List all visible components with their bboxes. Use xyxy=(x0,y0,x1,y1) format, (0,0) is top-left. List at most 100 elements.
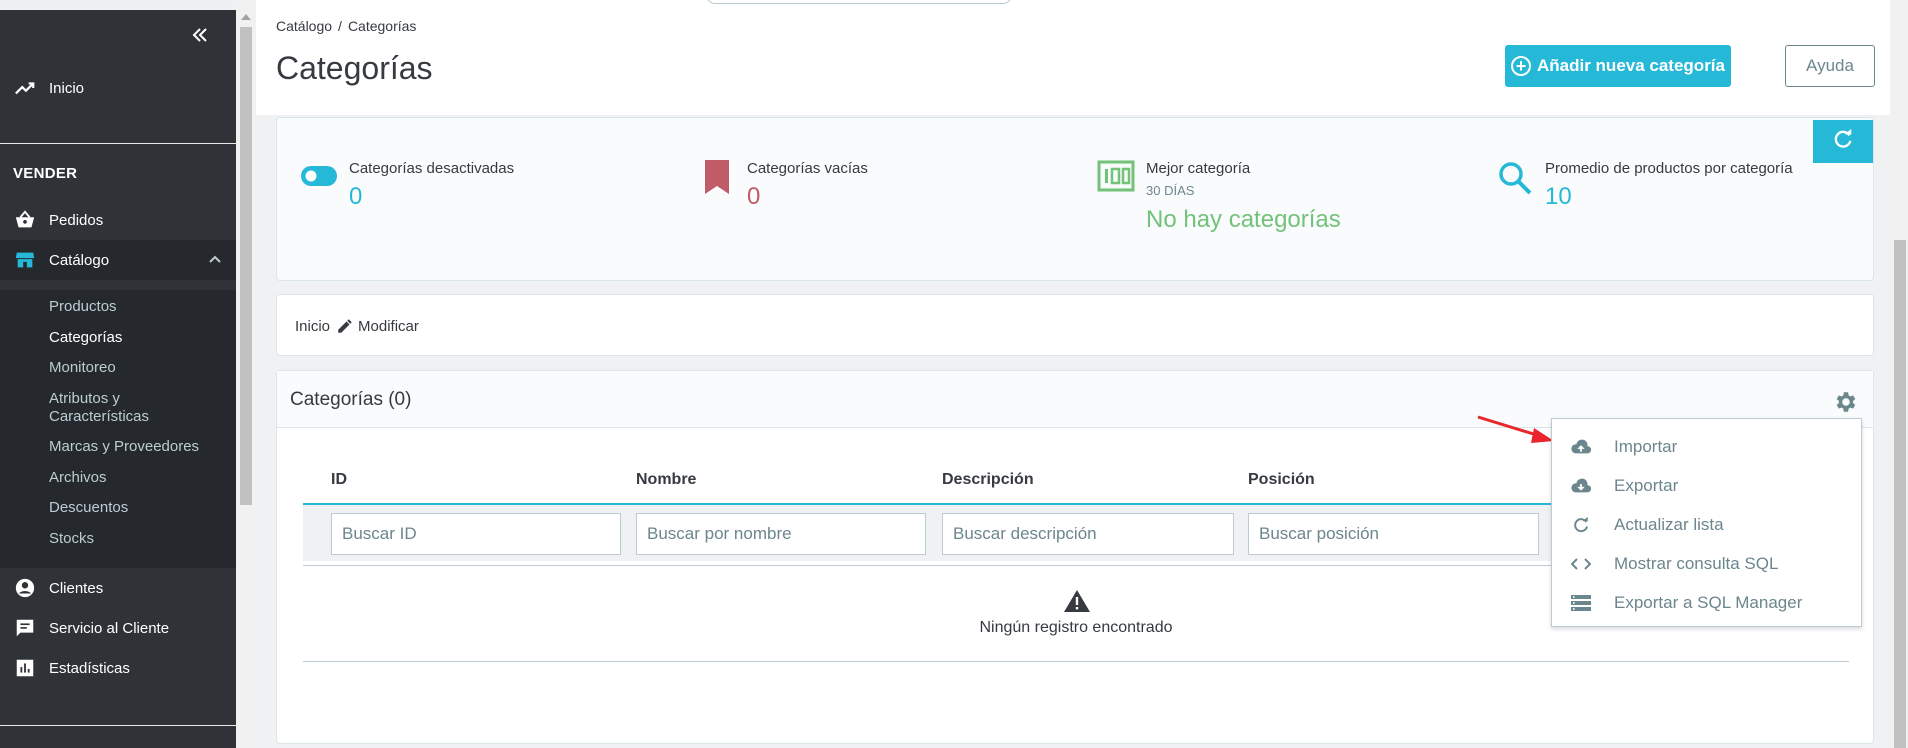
submenu-item-descuentos[interactable]: Descuentos xyxy=(49,499,128,517)
sidebar: Inicio VENDER Pedidos Catálogo Productos… xyxy=(0,0,236,748)
kpi-value: 0 xyxy=(349,183,363,210)
counter-icon xyxy=(1096,160,1136,234)
sidebar-top-strip xyxy=(0,0,236,10)
dropdown-item-sql-manager[interactable]: Exportar a SQL Manager xyxy=(1552,587,1861,619)
column-header-id[interactable]: ID xyxy=(331,471,347,489)
kpi-refresh-button[interactable] xyxy=(1813,120,1873,163)
kpi-average-products: Promedio de productos por categoría 10 xyxy=(1495,160,1793,211)
edit-icon[interactable] xyxy=(336,317,354,335)
sidebar-item-catalogo[interactable]: Catálogo xyxy=(0,240,236,280)
edit-category-link[interactable]: Modificar xyxy=(358,318,419,335)
scrollbar-thumb[interactable] xyxy=(1894,240,1906,748)
column-header-descripcion[interactable]: Descripción xyxy=(942,471,1034,489)
submenu-item-marcas[interactable]: Marcas y Proveedores xyxy=(49,438,199,456)
kpi-title: Mejor categoría xyxy=(1146,160,1251,177)
dropdown-item-label: Exportar a SQL Manager xyxy=(1614,593,1803,612)
filter-posicion-input[interactable]: Buscar posición xyxy=(1248,513,1539,555)
filter-id-input[interactable]: Buscar ID xyxy=(331,513,621,555)
gear-icon[interactable] xyxy=(1832,389,1858,420)
filter-descripcion-input[interactable]: Buscar descripción xyxy=(942,513,1234,555)
kpi-title: Categorías vacías xyxy=(747,160,868,177)
sidebar-item-label: Pedidos xyxy=(49,211,104,229)
scroll-up-arrow-icon[interactable] xyxy=(241,14,251,20)
storage-icon xyxy=(1570,595,1592,611)
dropdown-item-importar[interactable]: Importar xyxy=(1552,431,1861,463)
submenu-item-atributos[interactable]: Atributos y Características xyxy=(49,390,199,426)
submenu-item-monitoreo[interactable]: Monitoreo xyxy=(49,359,116,377)
kpi-title: Promedio de productos por categoría xyxy=(1545,160,1793,177)
add-category-button[interactable]: + Añadir nueva categoría xyxy=(1505,45,1731,87)
add-circle-icon: + xyxy=(1510,56,1531,76)
kpi-row: Categorías desactivadas 0 Categorías vac… xyxy=(276,117,1874,281)
trending-up-icon xyxy=(13,76,37,100)
kpi-empty-categories: Categorías vacías 0 xyxy=(697,160,868,211)
submenu-item-archivos[interactable]: Archivos xyxy=(49,469,107,487)
sidebar-item-pedidos[interactable]: Pedidos xyxy=(0,206,236,234)
scrollbar-thumb[interactable] xyxy=(240,27,252,505)
page-title: Categorías xyxy=(276,50,433,86)
add-category-label: Añadir nueva categoría xyxy=(1536,56,1725,75)
table-title: Categorías (0) xyxy=(290,389,412,410)
dropdown-item-exportar[interactable]: Exportar xyxy=(1552,470,1861,502)
chevron-up-icon xyxy=(208,252,222,270)
column-header-posicion[interactable]: Posición xyxy=(1248,471,1315,489)
sidebar-item-clientes[interactable]: Clientes xyxy=(0,574,236,602)
store-icon xyxy=(13,248,37,272)
dropdown-item-actualizar[interactable]: Actualizar lista xyxy=(1552,509,1861,541)
sidebar-item-label: Servicio al Cliente xyxy=(49,619,170,637)
cloud-download-icon xyxy=(1570,477,1592,495)
bar-chart-icon xyxy=(13,656,37,680)
sidebar-item-estadisticas[interactable]: Estadísticas xyxy=(0,654,236,682)
sidebar-scrollbar[interactable] xyxy=(236,0,256,748)
dropdown-item-sql[interactable]: Mostrar consulta SQL xyxy=(1552,548,1861,580)
row-divider xyxy=(303,661,1849,662)
bookmark-icon xyxy=(697,160,737,211)
search-icon xyxy=(1495,160,1535,211)
sidebar-item-label: Clientes xyxy=(49,579,104,597)
kpi-value: 10 xyxy=(1545,183,1572,210)
column-header-nombre[interactable]: Nombre xyxy=(636,471,696,489)
kpi-disabled-categories: Categorías desactivadas 0 xyxy=(299,160,514,211)
page-header: Catálogo / Categorías Categorías + Añadir … xyxy=(256,0,1890,115)
sidebar-item-servicio[interactable]: Servicio al Cliente xyxy=(0,614,236,642)
sidebar-item-label: Inicio xyxy=(49,79,85,97)
refresh-icon xyxy=(1832,128,1854,155)
sidebar-section-title: VENDER xyxy=(13,165,78,182)
sidebar-item-label: Catálogo xyxy=(49,251,110,269)
dropdown-item-label: Mostrar consulta SQL xyxy=(1614,554,1779,573)
cloud-upload-icon xyxy=(1570,438,1592,456)
dropdown-item-label: Actualizar lista xyxy=(1614,515,1724,534)
submenu-item-stocks[interactable]: Stocks xyxy=(49,530,94,548)
submenu-item-categorias[interactable]: Categorías xyxy=(49,329,122,347)
account-icon xyxy=(13,576,37,600)
breadcrumb: Catálogo / Categorías xyxy=(276,18,417,34)
submenu-item-productos[interactable]: Productos xyxy=(49,298,117,316)
toggle-icon xyxy=(299,160,339,211)
table-actions-dropdown: Importar Exportar Actualizar lista Mostr… xyxy=(1551,418,1862,627)
category-breadcrumb-card: Inicio Modificar xyxy=(276,294,1874,356)
sidebar-item-inicio[interactable]: Inicio xyxy=(0,74,236,102)
search-input[interactable] xyxy=(706,0,1012,4)
kpi-best-category: Mejor categoría 30 DÍAS No hay categoría… xyxy=(1096,160,1341,234)
warning-icon xyxy=(1063,589,1091,618)
sidebar-item-label: Estadísticas xyxy=(49,659,130,677)
breadcrumb-item-categorias[interactable]: Categorías xyxy=(348,18,416,34)
kpi-value: 0 xyxy=(747,183,761,210)
refresh-icon xyxy=(1570,516,1592,534)
annotation-arrow-icon xyxy=(1474,412,1562,451)
chat-icon xyxy=(13,616,37,640)
category-root-link[interactable]: Inicio xyxy=(295,318,330,335)
dropdown-item-label: Importar xyxy=(1614,437,1678,456)
breadcrumb-item-catalogo[interactable]: Catálogo xyxy=(276,18,332,34)
help-button[interactable]: Ayuda xyxy=(1785,45,1875,87)
sidebar-divider xyxy=(0,725,236,726)
dropdown-item-label: Exportar xyxy=(1614,476,1679,495)
kpi-title: Categorías desactivadas xyxy=(349,160,515,177)
page-scrollbar[interactable] xyxy=(1890,0,1908,748)
kpi-subtitle: 30 DÍAS xyxy=(1146,183,1195,198)
sidebar-divider xyxy=(0,143,236,144)
filter-nombre-input[interactable]: Buscar por nombre xyxy=(636,513,926,555)
kpi-value: No hay categorías xyxy=(1146,206,1341,233)
collapse-sidebar-icon[interactable] xyxy=(190,24,210,52)
code-icon xyxy=(1570,557,1592,571)
